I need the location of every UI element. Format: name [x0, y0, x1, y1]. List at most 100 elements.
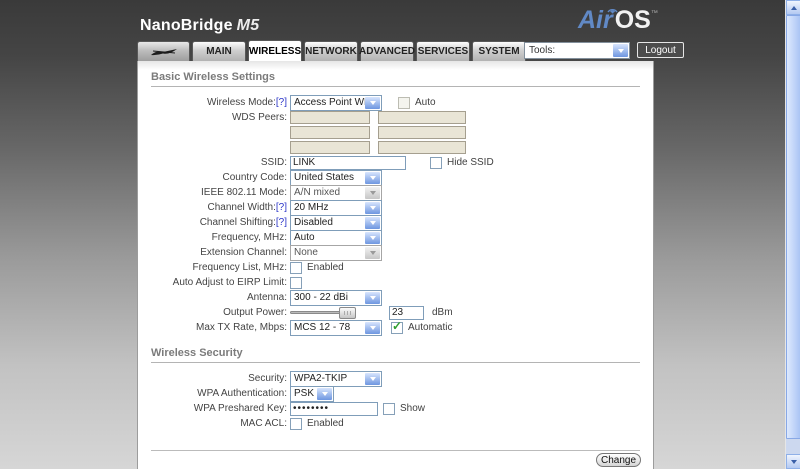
channel-shifting-help-link[interactable]: [?]: [276, 217, 287, 228]
output-power-slider[interactable]: [290, 306, 356, 319]
security-label: Security:: [248, 373, 287, 384]
change-button[interactable]: Change: [596, 453, 641, 467]
slider-thumb[interactable]: [339, 306, 356, 319]
tab-wireless[interactable]: WIRELESS: [248, 40, 302, 61]
show-key-checkbox[interactable]: [383, 402, 395, 415]
security-select[interactable]: WPA2-TKIP: [290, 370, 382, 387]
tab-services[interactable]: SERVICES: [416, 41, 470, 61]
mac-acl-checkbox[interactable]: [290, 417, 302, 430]
wds-peers-row-3: [138, 140, 653, 155]
chevron-down-icon: [365, 246, 380, 259]
wireless-security-title: Wireless Security: [151, 347, 640, 363]
device-logo: NanoBridge M5: [140, 17, 259, 35]
tab-main[interactable]: MAIN: [192, 41, 246, 61]
max-tx-rate-row: Max TX Rate, Mbps: MCS 12 - 78 ✓ Automat…: [138, 319, 653, 336]
max-tx-rate-label: Max TX Rate, Mbps:: [196, 322, 287, 333]
chevron-down-icon: [365, 321, 380, 334]
wds-peer-input-2[interactable]: [378, 111, 466, 124]
chevron-down-icon[interactable]: [613, 44, 628, 57]
chevron-down-icon: [365, 96, 380, 109]
vertical-scrollbar[interactable]: [785, 0, 800, 469]
frequency-list-row: Frequency List, MHz: Enabled: [138, 260, 653, 275]
mac-acl-row: MAC ACL: Enabled: [138, 416, 653, 431]
country-code-label: Country Code:: [222, 172, 287, 183]
wpa-authentication-row: WPA Authentication: PSK: [138, 385, 653, 402]
mac-acl-enabled-label: Enabled: [307, 418, 344, 429]
tools-selected-value: Tools:: [529, 45, 556, 56]
chevron-down-icon: [365, 372, 380, 385]
brand-model: M5: [236, 17, 260, 34]
wds-peer-input-1[interactable]: [290, 111, 370, 124]
chevron-down-icon: [365, 201, 380, 214]
max-tx-rate-auto-checkbox[interactable]: ✓: [391, 319, 403, 334]
airos-wireless-page: NanoBridge M5 Air OS ™ MAIN WIRELESS NETW…: [0, 0, 800, 469]
ubiquiti-antenna-icon: [150, 48, 177, 55]
tools-select[interactable]: Tools:: [524, 42, 630, 59]
brand-name: NanoBridge: [140, 17, 233, 34]
show-key-label: Show: [400, 403, 426, 414]
max-tx-rate-auto-label: Automatic: [408, 322, 453, 333]
frequency-row: Frequency, MHz: Auto: [138, 229, 653, 246]
antenna-label: Antenna:: [246, 292, 287, 303]
max-tx-rate-select[interactable]: MCS 12 - 78: [290, 319, 382, 336]
wireless-mode-auto-label: Auto: [415, 97, 436, 108]
wds-peers-label: WDS Peers:: [231, 112, 287, 123]
ssid-input[interactable]: [290, 155, 406, 170]
extension-channel-row: Extension Channel: None: [138, 244, 653, 261]
frequency-list-checkbox[interactable]: [290, 261, 302, 274]
ssid-label: SSID:: [260, 157, 287, 168]
content-panel: Basic Wireless Settings Wireless Mode:[?…: [137, 61, 654, 469]
extension-channel-select: None: [290, 244, 382, 261]
output-power-input[interactable]: [389, 305, 424, 320]
wireless-mode-row: Wireless Mode:[?] Access Point WDS Auto: [138, 94, 653, 111]
chevron-down-icon: [365, 216, 380, 229]
footer-divider: [151, 450, 640, 451]
main-nav-tabs: MAIN WIRELESS NETWORK ADVANCED SERVICES …: [137, 40, 526, 61]
channel-shifting-select[interactable]: Disabled: [290, 214, 382, 231]
airos-logo-air: Air: [578, 6, 618, 35]
tab-advanced[interactable]: ADVANCED: [359, 41, 415, 61]
ieee-mode-row: IEEE 802.11 Mode: A/N mixed: [138, 184, 653, 201]
tab-network[interactable]: NETWORK: [304, 41, 358, 61]
wireless-mode-help-link[interactable]: [?]: [276, 97, 287, 108]
frequency-select[interactable]: Auto: [290, 229, 382, 246]
ssid-row: SSID: Hide SSID: [138, 155, 653, 170]
wds-peer-input-5[interactable]: [290, 141, 370, 154]
frequency-label: Frequency, MHz:: [211, 232, 287, 243]
channel-width-help-link[interactable]: [?]: [276, 202, 287, 213]
wireless-mode-select[interactable]: Access Point WDS: [290, 94, 382, 111]
wpa-authentication-select[interactable]: PSK: [290, 385, 334, 402]
chevron-down-icon: [365, 291, 380, 304]
logout-button[interactable]: Logout: [637, 42, 684, 58]
eirp-checkbox[interactable]: [290, 276, 302, 289]
hide-ssid-label: Hide SSID: [447, 157, 494, 168]
security-row: Security: WPA2-TKIP: [138, 370, 653, 387]
country-code-select[interactable]: United States: [290, 169, 382, 186]
channel-width-select[interactable]: 20 MHz: [290, 199, 382, 216]
hide-ssid-checkbox[interactable]: [430, 156, 442, 169]
wds-peer-input-4[interactable]: [378, 126, 466, 139]
airos-logo: Air OS ™: [578, 6, 658, 35]
mac-acl-label: MAC ACL:: [240, 418, 287, 429]
ieee-mode-select: A/N mixed: [290, 184, 382, 201]
chevron-down-icon: [365, 231, 380, 244]
output-power-unit: dBm: [432, 307, 453, 318]
antenna-select[interactable]: 300 - 22 dBi: [290, 289, 382, 306]
chevron-down-icon: [365, 186, 380, 199]
wpa-preshared-key-input[interactable]: [290, 401, 378, 416]
ieee-mode-label: IEEE 802.11 Mode:: [201, 187, 287, 198]
scroll-up-icon[interactable]: [786, 0, 800, 15]
antenna-row: Antenna: 300 - 22 dBi: [138, 289, 653, 306]
channel-width-label: Channel Width:: [207, 202, 276, 213]
tab-home-logo[interactable]: [137, 41, 190, 61]
tab-system[interactable]: SYSTEM: [472, 41, 526, 61]
wds-peer-input-3[interactable]: [290, 126, 370, 139]
wds-peer-input-6[interactable]: [378, 141, 466, 154]
wireless-mode-auto-checkbox[interactable]: [398, 96, 410, 109]
scroll-down-icon[interactable]: [786, 454, 800, 469]
eirp-row: Auto Adjust to EIRP Limit:: [138, 275, 653, 290]
wpa-authentication-label: WPA Authentication:: [197, 388, 287, 399]
frequency-list-label: Frequency List, MHz:: [192, 262, 287, 273]
scrollbar-thumb[interactable]: [786, 15, 800, 439]
trademark-symbol: ™: [650, 10, 658, 17]
